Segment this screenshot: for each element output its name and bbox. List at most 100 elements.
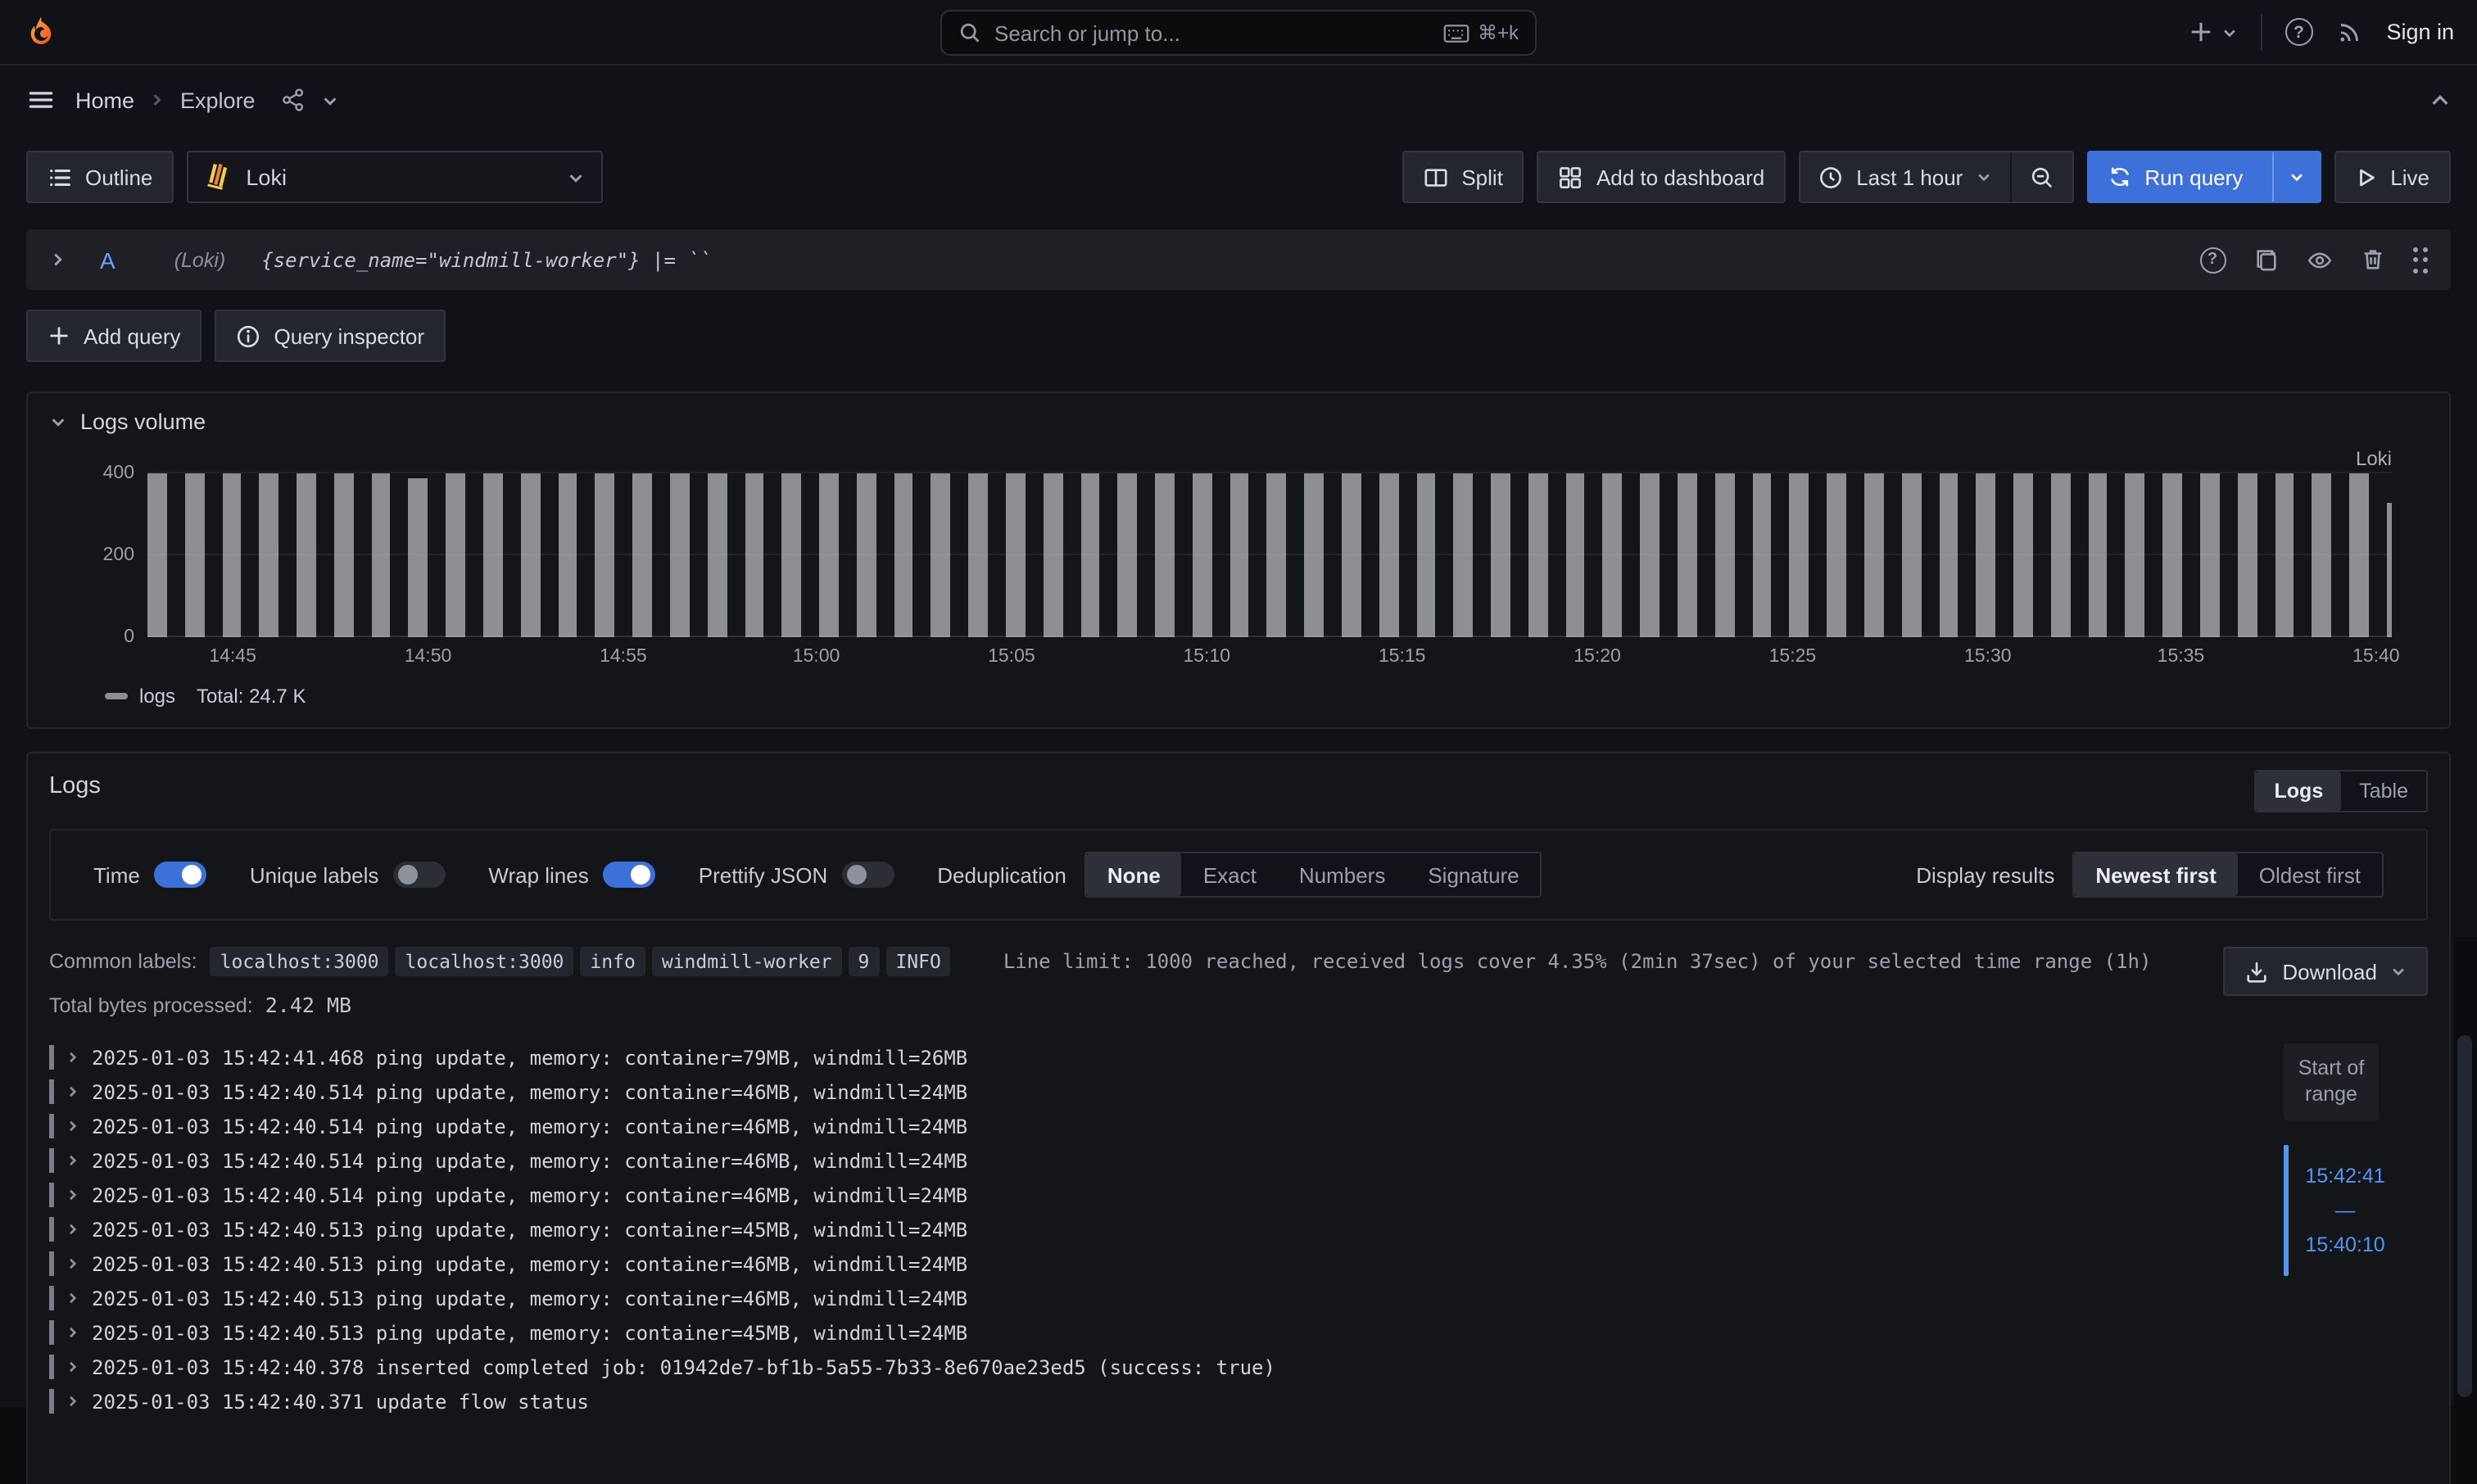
query-actions: Add query Query inspector (26, 310, 2451, 362)
divider (2260, 14, 2262, 50)
share-shortcut-icon[interactable] (280, 87, 306, 113)
run-query-caret[interactable] (2272, 152, 2320, 201)
log-row[interactable]: 2025-01-03 15:42:40.514 ping update, mem… (49, 1143, 2215, 1178)
mega-menu-toggle[interactable] (26, 85, 56, 115)
start-of-range-button[interactable]: Start of range (2284, 1043, 2379, 1120)
volume-bar (707, 473, 727, 637)
expand-log-icon[interactable] (66, 1291, 80, 1305)
help-icon[interactable]: ? (2285, 18, 2312, 46)
line-limit-text: Line limit: 1000 reached, received logs … (1003, 950, 2152, 973)
volume-bar (2349, 473, 2369, 637)
search-input[interactable]: Search or jump to... ⌘+k (940, 10, 1537, 56)
collapse-header-icon[interactable] (2429, 89, 2451, 111)
volume-bar (1454, 473, 1474, 637)
view-logs-option[interactable]: Logs (2257, 771, 2342, 811)
logs-volume-xaxis: 14:4514:5014:5515:0015:0515:1015:1515:20… (147, 647, 2392, 672)
expand-log-icon[interactable] (66, 1360, 80, 1374)
run-query-button[interactable]: Run query (2087, 151, 2321, 203)
expand-log-icon[interactable] (66, 1256, 80, 1271)
unique-labels-toggle-field: Unique labels (250, 862, 446, 888)
log-row[interactable]: 2025-01-03 15:42:40.513 ping update, mem… (49, 1281, 2215, 1315)
log-row[interactable]: 2025-01-03 15:42:41.468 ping update, mem… (49, 1040, 2215, 1075)
prettify-json-toggle[interactable] (842, 862, 894, 888)
breadcrumb-row: Home Explore (0, 66, 2477, 134)
x-axis-label: 14:50 (405, 647, 452, 667)
expand-query-icon[interactable] (49, 251, 67, 269)
dedup-signature-option[interactable]: Signature (1406, 853, 1540, 896)
query-inspector-button[interactable]: Query inspector (215, 310, 446, 362)
time-range-button[interactable]: Last 1 hour (1800, 152, 2010, 201)
expand-log-icon[interactable] (66, 1153, 80, 1168)
time-toggle-field: Time (93, 862, 207, 888)
copy-query-icon[interactable] (2253, 247, 2278, 272)
expand-log-icon[interactable] (66, 1325, 80, 1340)
oldest-first-option[interactable]: Oldest first (2238, 853, 2382, 896)
wrap-lines-toggle[interactable] (604, 862, 656, 888)
breadcrumb-home[interactable]: Home (75, 88, 134, 112)
volume-bar (260, 473, 279, 637)
volume-bar (1229, 473, 1249, 637)
hide-response-icon[interactable] (2306, 247, 2332, 273)
sign-in-button[interactable]: Sign in (2386, 20, 2454, 44)
time-toggle[interactable] (155, 862, 207, 888)
volume-bar (1603, 473, 1623, 637)
volume-bar (2200, 473, 2220, 637)
newest-first-option[interactable]: Newest first (2074, 853, 2237, 896)
log-row[interactable]: 2025-01-03 15:42:40.513 ping update, mem… (49, 1315, 2215, 1350)
expand-log-icon[interactable] (66, 1394, 80, 1409)
add-to-dashboard-button[interactable]: Add to dashboard (1537, 151, 1786, 203)
volume-bar (2126, 473, 2145, 637)
volume-bar (2088, 473, 2108, 637)
volume-bar (1118, 473, 1138, 637)
volume-bar (2275, 473, 2294, 637)
dedup-exact-option[interactable]: Exact (1182, 853, 1278, 896)
scrollbar-track[interactable] (2454, 937, 2477, 1407)
outline-button[interactable]: Outline (26, 151, 174, 203)
legend-series-name[interactable]: logs (139, 685, 175, 708)
log-row[interactable]: 2025-01-03 15:42:40.513 ping update, mem… (49, 1246, 2215, 1281)
remove-query-icon[interactable] (2360, 247, 2384, 272)
expand-log-icon[interactable] (66, 1084, 80, 1099)
expand-log-icon[interactable] (66, 1188, 80, 1202)
expand-log-icon[interactable] (66, 1050, 80, 1065)
logs-volume-header[interactable]: Logs volume (49, 409, 2428, 434)
log-row[interactable]: 2025-01-03 15:42:40.371 update flow stat… (49, 1384, 2215, 1418)
split-button[interactable]: Split (1402, 151, 1524, 203)
breadcrumb-menu-caret[interactable] (321, 91, 339, 109)
display-results-field: Display results Newest first Oldest firs… (1916, 852, 2384, 898)
log-row[interactable]: 2025-01-03 15:42:40.514 ping update, mem… (49, 1075, 2215, 1109)
zoom-out-time-button[interactable] (2010, 152, 2072, 201)
news-icon[interactable] (2335, 18, 2363, 46)
top-bar: Search or jump to... ⌘+k ? (0, 0, 2477, 66)
log-row[interactable]: 2025-01-03 15:42:40.513 ping update, mem… (49, 1212, 2215, 1246)
log-row[interactable]: 2025-01-03 15:42:40.514 ping update, mem… (49, 1178, 2215, 1212)
volume-bar (371, 473, 391, 637)
log-row[interactable]: 2025-01-03 15:42:40.514 ping update, mem… (49, 1109, 2215, 1143)
grafana-logo[interactable] (23, 14, 59, 50)
display-results-group: Newest first Oldest first (2072, 852, 2384, 898)
unique-labels-toggle[interactable] (393, 862, 446, 888)
breadcrumb-explore[interactable]: Explore (180, 88, 256, 112)
time-picker-group: Last 1 hour (1799, 151, 2074, 203)
drag-query-handle[interactable] (2412, 247, 2428, 273)
x-axis-label: 15:00 (793, 647, 840, 667)
log-row[interactable]: 2025-01-03 15:42:40.378 inserted complet… (49, 1350, 2215, 1384)
expand-log-icon[interactable] (66, 1119, 80, 1133)
x-axis-label: 15:25 (1769, 647, 1817, 667)
chevron-down-icon (2289, 169, 2305, 185)
chevron-right-icon (149, 92, 165, 108)
dedup-numbers-option[interactable]: Numbers (1278, 853, 1407, 896)
add-query-button[interactable]: Add query (26, 310, 202, 362)
download-button[interactable]: Download (2223, 947, 2428, 996)
log-line-text: 2025-01-03 15:42:40.514 ping update, mem… (92, 1115, 967, 1138)
query-preview[interactable]: {service_name="windmill-worker"} |= `` (261, 248, 2176, 271)
query-help-icon[interactable]: ? (2199, 247, 2226, 273)
new-menu-button[interactable] (2188, 20, 2237, 44)
y-axis-label: 200 (103, 545, 134, 565)
datasource-picker[interactable]: Loki (187, 151, 603, 203)
scrollbar-thumb[interactable] (2457, 1035, 2472, 1397)
expand-log-icon[interactable] (66, 1222, 80, 1237)
view-table-option[interactable]: Table (2341, 771, 2426, 811)
live-button[interactable]: Live (2334, 151, 2451, 203)
dedup-none-option[interactable]: None (1086, 853, 1182, 896)
